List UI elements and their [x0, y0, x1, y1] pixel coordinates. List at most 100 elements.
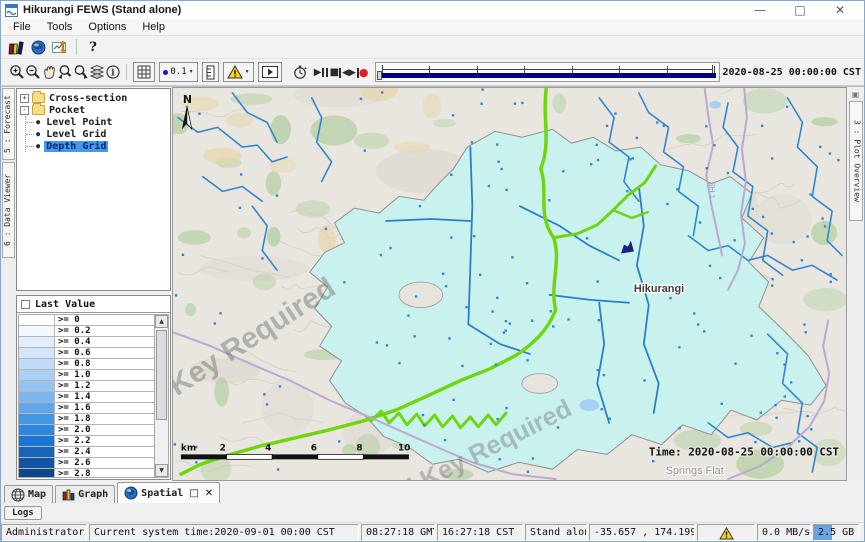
legend-row[interactable]: >= 0.6 — [19, 348, 154, 359]
status-warning-cell[interactable] — [697, 524, 755, 541]
legend-scrollbar[interactable]: ▲ ▼ — [154, 315, 168, 477]
timeseries-dialog-icon[interactable] — [49, 38, 71, 56]
layer-tree: + Cross-section - Pocket ● Level Point — [16, 88, 171, 291]
layers-icon[interactable] — [89, 62, 105, 82]
tree-node-level-grid[interactable]: ● Level Grid — [26, 128, 168, 140]
maximize-button[interactable]: □ — [780, 3, 820, 17]
legend-row[interactable]: >= 0.4 — [19, 337, 154, 348]
lake — [579, 399, 599, 411]
tab-map[interactable]: Map — [4, 485, 53, 503]
skip-to-end-button[interactable]: ▶ — [349, 68, 359, 78]
expand-icon[interactable]: + — [20, 94, 29, 103]
skip-to-start-button[interactable]: ◀ — [339, 68, 349, 78]
logs-button[interactable]: Logs — [4, 506, 42, 520]
menu-file[interactable]: File — [5, 20, 39, 34]
tree-node-depth-grid[interactable]: ● Depth Grid — [26, 140, 168, 152]
level-point-dot — [586, 237, 588, 239]
scroll-up-icon[interactable]: ▲ — [155, 315, 168, 328]
globe-explorer-icon[interactable] — [27, 38, 49, 56]
legend-row[interactable]: >= 1.8 — [19, 414, 154, 425]
stop-button[interactable]: ■ — [330, 67, 339, 78]
menu-tools[interactable]: Tools — [39, 20, 81, 34]
level-point-dot — [452, 114, 454, 116]
tab-plot-overview[interactable]: 3 : Plot Overview — [849, 101, 863, 221]
menu-help[interactable]: Help — [134, 20, 173, 34]
legend-color-swatch — [19, 381, 55, 391]
scroll-down-icon[interactable]: ▼ — [155, 464, 168, 477]
tree-node-pocket[interactable]: - Pocket — [19, 104, 168, 116]
close-button[interactable]: ✕ — [820, 3, 860, 17]
level-point-dot — [376, 341, 378, 343]
info-icon[interactable]: i — [105, 62, 121, 82]
tab-label: Graph — [78, 489, 108, 500]
tree-node-level-point[interactable]: ● Level Point — [26, 116, 168, 128]
animation-dialog-button[interactable] — [258, 62, 282, 82]
timeline-handle[interactable] — [377, 71, 382, 80]
legend-row[interactable]: >= 1.4 — [19, 392, 154, 403]
collapse-icon[interactable]: - — [20, 106, 29, 115]
pan-hand-icon[interactable] — [41, 62, 57, 82]
tab-forecast[interactable]: 5 : Forecast — [2, 88, 15, 160]
tab-close-icon[interactable]: ✕ — [205, 488, 213, 499]
level-point-dot — [596, 144, 598, 146]
last-value-checkbox[interactable] — [21, 300, 30, 309]
timer-icon[interactable] — [292, 62, 308, 82]
legend-color-swatch — [19, 370, 55, 380]
legend-row[interactable]: >= 2.4 — [19, 447, 154, 458]
vegetation-patch — [433, 119, 455, 128]
level-point-dot — [496, 297, 498, 299]
legend-threshold-label: >= 0 — [55, 315, 154, 325]
tree-node-cross-section[interactable]: + Cross-section — [19, 92, 168, 104]
legend-row[interactable]: >= 1.6 — [19, 403, 154, 414]
logs-display-icon[interactable] — [5, 38, 27, 56]
level-point-dot — [526, 282, 528, 284]
legend-row[interactable]: >= 2.0 — [19, 425, 154, 436]
legend-row[interactable]: >= 1.2 — [19, 381, 154, 392]
legend-row[interactable]: >= 1.0 — [19, 370, 154, 381]
grid-display-button[interactable] — [133, 62, 155, 82]
level-point-dot — [709, 265, 711, 267]
level-point-dot — [480, 103, 482, 105]
minimize-button[interactable]: — — [740, 3, 780, 17]
tab-graph[interactable]: Graph — [55, 485, 115, 503]
legend-row[interactable]: >= 0.2 — [19, 326, 154, 337]
map-canvas[interactable]: Hikurangi Springs Flat SH 1 API Key Requ… — [172, 87, 847, 481]
record-button[interactable]: ● — [359, 66, 369, 79]
tab-maximize-icon[interactable]: □ — [189, 488, 198, 499]
pause-button[interactable] — [322, 68, 330, 77]
level-point-dot — [824, 225, 826, 227]
warning-filter-dropdown[interactable]: ▼ — [223, 62, 254, 82]
level-point-dot — [719, 277, 721, 279]
legend-row[interactable]: >= 0.8 — [19, 359, 154, 370]
tab-data-viewer[interactable]: 6 : Data Viewer — [2, 162, 15, 258]
level-point-dot — [465, 306, 467, 308]
vegetation-patch — [676, 134, 701, 143]
help-icon[interactable]: ? — [82, 38, 104, 56]
zoom-out-icon[interactable] — [25, 62, 41, 82]
legend-row[interactable]: >= 2.2 — [19, 436, 154, 447]
timeline-slider[interactable] — [375, 62, 720, 82]
legend-color-swatch — [19, 469, 55, 478]
level-point-dot — [771, 284, 773, 286]
pin-icon[interactable]: ▣ — [852, 90, 860, 99]
zoom-in-icon[interactable] — [9, 62, 25, 82]
level-point-dot — [448, 337, 450, 339]
scale-ruler-button[interactable] — [202, 62, 219, 82]
tab-spatial[interactable]: Spatial □ ✕ — [117, 482, 220, 503]
vegetation-patch — [270, 115, 290, 144]
play-button[interactable]: ▶ — [314, 67, 322, 78]
legend-row[interactable]: >= 0 — [19, 315, 154, 326]
level-point-dot — [697, 323, 699, 325]
menu-options[interactable]: Options — [80, 20, 134, 34]
timeline-tick — [619, 66, 620, 73]
legend-header: Last Value — [17, 296, 170, 313]
level-point-dot — [521, 102, 523, 104]
level-point-dot — [784, 395, 786, 397]
scrollbar-thumb[interactable] — [156, 330, 167, 420]
legend-row[interactable]: >= 2.6 — [19, 458, 154, 469]
legend-row[interactable]: >= 2.8 — [19, 469, 154, 478]
zoom-previous-icon[interactable] — [57, 62, 73, 82]
contour-value-dropdown[interactable]: 0.1 ▼ — [159, 62, 197, 82]
level-point-dot — [473, 235, 475, 237]
zoom-next-icon[interactable] — [73, 62, 89, 82]
